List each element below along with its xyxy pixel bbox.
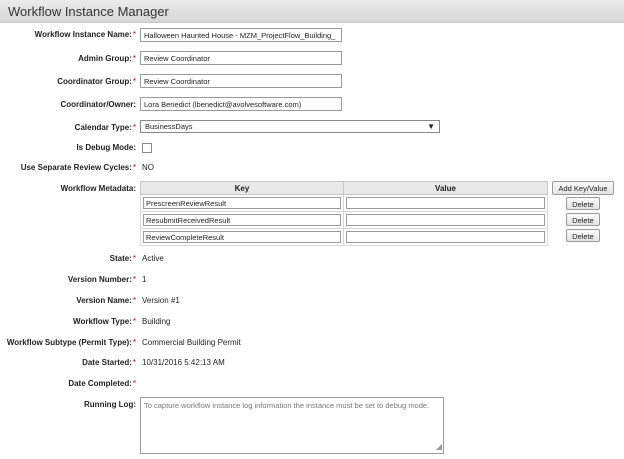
metadata-value-input[interactable]: [346, 214, 545, 226]
separate-review-label: Use Separate Review Cycles:*: [20, 163, 136, 172]
coordinator-owner-input[interactable]: Lora Benedict (lbenedict@avolvesoftware.…: [140, 97, 342, 111]
metadata-key-input[interactable]: ResubmitReceivedResult: [143, 214, 341, 226]
window-title: Workflow Instance Manager: [8, 4, 169, 19]
metadata-header-row: Key Value: [140, 181, 548, 195]
workflow-subtype-value: Commercial Building Permit: [142, 338, 241, 347]
running-log-label: Running Log:: [84, 400, 136, 409]
workflow-type-label: Workflow Type:*: [73, 317, 136, 326]
state-label: State:*: [109, 254, 136, 263]
metadata-table: Key Value PrescreenReviewResult Resubmit…: [140, 181, 548, 246]
metadata-row: ReviewCompleteResult: [140, 228, 548, 246]
dropdown-arrow-icon: ▼: [427, 122, 435, 131]
metadata-key-input[interactable]: ReviewCompleteResult: [143, 231, 341, 243]
resize-grip-icon[interactable]: ◢: [436, 442, 442, 452]
calendar-type-value: BusinessDays: [145, 122, 193, 131]
instance-name-input[interactable]: Halloween Haunted House - MZM_ProjectFlo…: [140, 28, 342, 42]
date-started-value: 10/31/2016 5:42:13 AM: [142, 358, 225, 367]
coordinator-group-label: Coordinator Group:*: [57, 77, 136, 86]
coordinator-owner-label: Coordinator/Owner:: [60, 100, 136, 109]
debug-mode-label: Is Debug Mode:: [76, 143, 136, 152]
delete-button[interactable]: Delete: [566, 213, 600, 226]
version-name-label: Version Name:*: [76, 296, 136, 305]
metadata-key-header: Key: [140, 181, 344, 195]
delete-button[interactable]: Delete: [566, 229, 600, 242]
version-name-value: Version #1: [142, 296, 180, 305]
separate-review-value: NO: [142, 163, 154, 172]
delete-button[interactable]: Delete: [566, 197, 600, 210]
debug-mode-checkbox[interactable]: [142, 143, 152, 153]
instance-name-label: Workflow Instance Name:*: [34, 30, 136, 39]
add-key-value-button[interactable]: Add Key/Value: [552, 181, 614, 195]
running-log-textarea[interactable]: To capture workflow instance log informa…: [140, 397, 444, 454]
date-started-label: Date Started:*: [82, 358, 136, 367]
metadata-value-header: Value: [343, 181, 548, 195]
version-number-label: Version Number:*: [67, 275, 136, 284]
window-title-bar: Workflow Instance Manager: [0, 0, 624, 23]
metadata-row: PrescreenReviewResult: [140, 194, 548, 212]
coordinator-group-input[interactable]: Review Coordinator: [140, 74, 342, 88]
metadata-row: ResubmitReceivedResult: [140, 211, 548, 229]
metadata-value-input[interactable]: [346, 231, 545, 243]
metadata-key-input[interactable]: PrescreenReviewResult: [143, 197, 341, 209]
workflow-type-value: Building: [142, 317, 171, 326]
running-log-placeholder: To capture workflow instance log informa…: [144, 401, 430, 410]
metadata-value-input[interactable]: [346, 197, 545, 209]
state-value: Active: [142, 254, 164, 263]
calendar-type-label: Calendar Type:*: [74, 123, 136, 132]
calendar-type-select[interactable]: BusinessDays ▼: [140, 120, 440, 133]
admin-group-input[interactable]: Review Coordinator: [140, 51, 342, 65]
admin-group-label: Admin Group:*: [78, 54, 136, 63]
date-completed-label: Date Completed:*: [68, 379, 136, 388]
workflow-subtype-label: Workflow Subtype (Permit Type):*: [6, 338, 136, 347]
metadata-label: Workflow Metadata:: [60, 184, 136, 193]
version-number-value: 1: [142, 275, 147, 284]
